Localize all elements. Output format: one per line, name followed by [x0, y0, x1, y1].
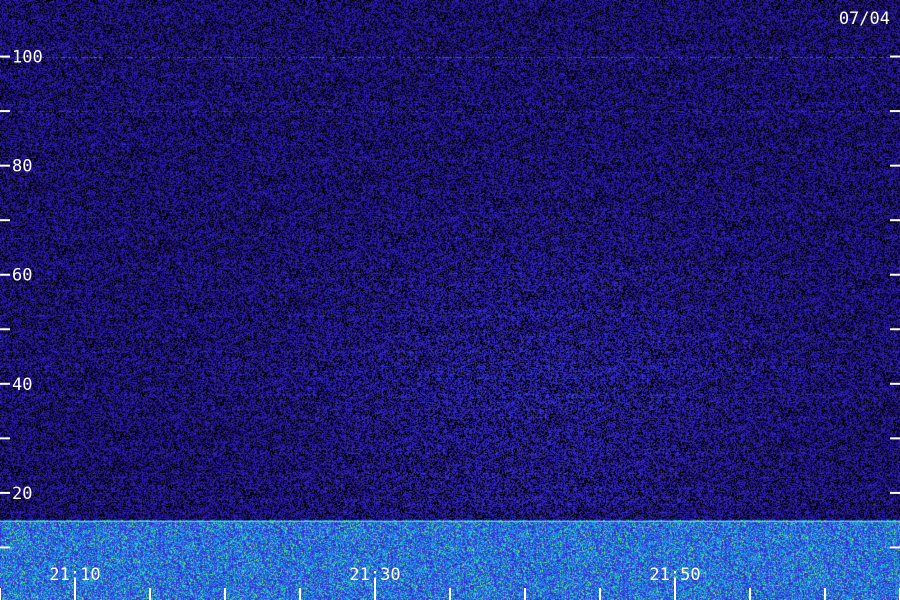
x-tick-label: 21:10	[49, 565, 100, 585]
x-axis-ticks	[0, 578, 900, 600]
y-axis-ticks-right	[890, 55, 900, 549]
axes-overlay: 20 40 60 80 100 21:10 21:30 21:50 07/04	[0, 9, 900, 600]
y-tick-label: 60	[12, 266, 32, 286]
y-tick-label: 80	[12, 157, 32, 177]
y-tick-label: 20	[12, 484, 32, 504]
y-tick-label: 100	[12, 48, 43, 68]
x-tick-label: 21:30	[349, 565, 400, 585]
y-tick-label: 40	[12, 375, 32, 395]
x-axis-tick-labels: 21:10 21:30 21:50	[49, 565, 700, 585]
date-label: 07/04	[839, 9, 890, 29]
y-axis-ticks-left	[0, 55, 10, 549]
y-axis-tick-labels: 20 40 60 80 100	[12, 48, 43, 504]
x-tick-label: 21:50	[649, 565, 700, 585]
